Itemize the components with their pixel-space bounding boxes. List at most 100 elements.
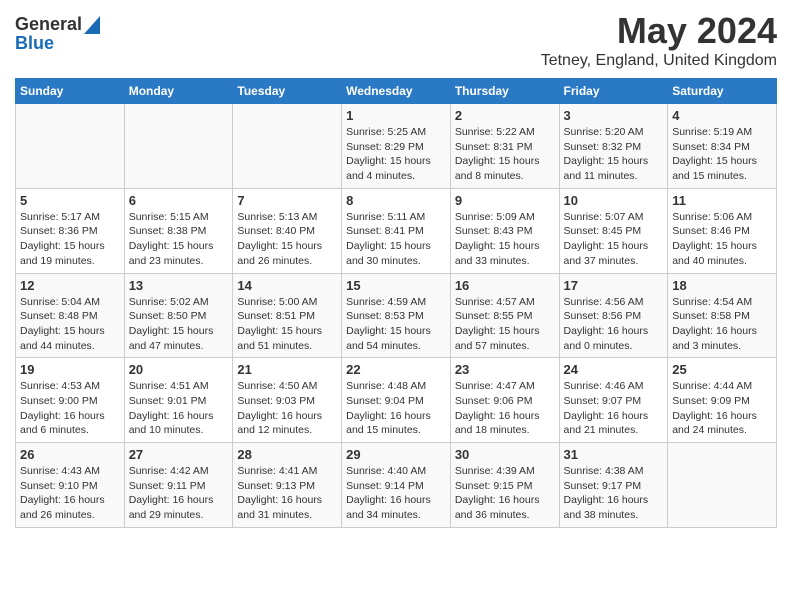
cell-week1-day4: 1 Sunrise: 5:25 AM Sunset: 8:29 PM Daylig… [342, 104, 451, 189]
day-number: 22 [346, 362, 446, 377]
cell-week4-day6: 24 Sunrise: 4:46 AM Sunset: 9:07 PM Dayli… [559, 358, 668, 443]
day-number: 16 [455, 278, 555, 293]
day-number: 21 [237, 362, 337, 377]
cell-content: Sunrise: 5:13 AM Sunset: 8:40 PM Dayligh… [237, 210, 337, 269]
cell-content: Sunrise: 4:56 AM Sunset: 8:56 PM Dayligh… [564, 295, 664, 354]
calendar-title: May 2024 [541, 10, 777, 52]
cell-week3-day3: 14Sunrise: 5:00 AM Sunset: 8:51 PM Dayli… [233, 273, 342, 358]
logo-blue-text: Blue [15, 33, 54, 54]
cell-week5-day1: 26 Sunrise: 4:43 AM Sunset: 9:10 PM Dayli… [16, 443, 125, 528]
cell-content: Sunrise: 5:19 AM Sunset: 8:34 PM Dayligh… [672, 125, 772, 184]
calendar-body: 1 Sunrise: 5:25 AM Sunset: 8:29 PM Daylig… [16, 104, 777, 528]
day-number: 5 [20, 193, 120, 208]
cell-content: Sunrise: 5:25 AM Sunset: 8:29 PM Dayligh… [346, 125, 446, 184]
day-number: 30 [455, 447, 555, 462]
header-friday: Friday [559, 79, 668, 104]
day-number: 9 [455, 193, 555, 208]
day-number: 1 [346, 108, 446, 123]
cell-content: Sunrise: 4:50 AM Sunset: 9:03 PM Dayligh… [237, 379, 337, 438]
week-row-4: 19Sunrise: 4:53 AM Sunset: 9:00 PM Dayli… [16, 358, 777, 443]
cell-content: Sunrise: 5:22 AM Sunset: 8:31 PM Dayligh… [455, 125, 555, 184]
cell-week2-day1: 5Sunrise: 5:17 AM Sunset: 8:36 PM Daylig… [16, 188, 125, 273]
calendar-table: SundayMondayTuesdayWednesdayThursdayFrid… [15, 78, 777, 528]
cell-content: Sunrise: 5:09 AM Sunset: 8:43 PM Dayligh… [455, 210, 555, 269]
cell-week2-day5: 9 Sunrise: 5:09 AM Sunset: 8:43 PM Daylig… [450, 188, 559, 273]
cell-week4-day4: 22 Sunrise: 4:48 AM Sunset: 9:04 PM Dayli… [342, 358, 451, 443]
cell-week2-day7: 11 Sunrise: 5:06 AM Sunset: 8:46 PM Dayli… [668, 188, 777, 273]
day-number: 2 [455, 108, 555, 123]
cell-week5-day7 [668, 443, 777, 528]
cell-week1-day5: 2 Sunrise: 5:22 AM Sunset: 8:31 PM Daylig… [450, 104, 559, 189]
day-number: 11 [672, 193, 772, 208]
cell-week5-day4: 29Sunrise: 4:40 AM Sunset: 9:14 PM Dayli… [342, 443, 451, 528]
header-thursday: Thursday [450, 79, 559, 104]
cell-content: Sunrise: 4:43 AM Sunset: 9:10 PM Dayligh… [20, 464, 120, 523]
cell-content: Sunrise: 4:57 AM Sunset: 8:55 PM Dayligh… [455, 295, 555, 354]
cell-week4-day2: 20Sunrise: 4:51 AM Sunset: 9:01 PM Dayli… [124, 358, 233, 443]
header-wednesday: Wednesday [342, 79, 451, 104]
calendar-header: SundayMondayTuesdayWednesdayThursdayFrid… [16, 79, 777, 104]
cell-content: Sunrise: 5:07 AM Sunset: 8:45 PM Dayligh… [564, 210, 664, 269]
cell-week2-day3: 7 Sunrise: 5:13 AM Sunset: 8:40 PM Daylig… [233, 188, 342, 273]
day-number: 17 [564, 278, 664, 293]
cell-content: Sunrise: 4:38 AM Sunset: 9:17 PM Dayligh… [564, 464, 664, 523]
logo-icon [84, 16, 100, 34]
day-number: 24 [564, 362, 664, 377]
day-number: 31 [564, 447, 664, 462]
day-number: 4 [672, 108, 772, 123]
day-number: 10 [564, 193, 664, 208]
cell-week5-day5: 30 Sunrise: 4:39 AM Sunset: 9:15 PM Dayli… [450, 443, 559, 528]
header-monday: Monday [124, 79, 233, 104]
day-number: 20 [129, 362, 229, 377]
cell-week3-day6: 17 Sunrise: 4:56 AM Sunset: 8:56 PM Dayli… [559, 273, 668, 358]
cell-content: Sunrise: 4:47 AM Sunset: 9:06 PM Dayligh… [455, 379, 555, 438]
cell-week4-day1: 19Sunrise: 4:53 AM Sunset: 9:00 PM Dayli… [16, 358, 125, 443]
day-number: 25 [672, 362, 772, 377]
week-row-2: 5Sunrise: 5:17 AM Sunset: 8:36 PM Daylig… [16, 188, 777, 273]
cell-week1-day2 [124, 104, 233, 189]
cell-week4-day7: 25 Sunrise: 4:44 AM Sunset: 9:09 PM Dayli… [668, 358, 777, 443]
day-number: 18 [672, 278, 772, 293]
cell-week5-day2: 27Sunrise: 4:42 AM Sunset: 9:11 PM Dayli… [124, 443, 233, 528]
cell-content: Sunrise: 5:06 AM Sunset: 8:46 PM Dayligh… [672, 210, 772, 269]
cell-content: Sunrise: 4:44 AM Sunset: 9:09 PM Dayligh… [672, 379, 772, 438]
cell-week1-day3 [233, 104, 342, 189]
cell-week1-day1 [16, 104, 125, 189]
day-number: 6 [129, 193, 229, 208]
week-row-3: 12Sunrise: 5:04 AM Sunset: 8:48 PM Dayli… [16, 273, 777, 358]
cell-week2-day6: 10 Sunrise: 5:07 AM Sunset: 8:45 PM Dayli… [559, 188, 668, 273]
cell-content: Sunrise: 4:39 AM Sunset: 9:15 PM Dayligh… [455, 464, 555, 523]
cell-content: Sunrise: 4:46 AM Sunset: 9:07 PM Dayligh… [564, 379, 664, 438]
cell-content: Sunrise: 5:20 AM Sunset: 8:32 PM Dayligh… [564, 125, 664, 184]
day-number: 26 [20, 447, 120, 462]
cell-week1-day7: 4 Sunrise: 5:19 AM Sunset: 8:34 PM Daylig… [668, 104, 777, 189]
day-number: 3 [564, 108, 664, 123]
day-number: 8 [346, 193, 446, 208]
day-number: 15 [346, 278, 446, 293]
cell-week3-day5: 16 Sunrise: 4:57 AM Sunset: 8:55 PM Dayli… [450, 273, 559, 358]
cell-content: Sunrise: 5:00 AM Sunset: 8:51 PM Dayligh… [237, 295, 337, 354]
cell-content: Sunrise: 4:42 AM Sunset: 9:11 PM Dayligh… [129, 464, 229, 523]
week-row-5: 26 Sunrise: 4:43 AM Sunset: 9:10 PM Dayli… [16, 443, 777, 528]
cell-week1-day6: 3 Sunrise: 5:20 AM Sunset: 8:32 PM Daylig… [559, 104, 668, 189]
cell-week4-day5: 23 Sunrise: 4:47 AM Sunset: 9:06 PM Dayli… [450, 358, 559, 443]
logo: General Blue [15, 14, 100, 54]
cell-content: Sunrise: 4:54 AM Sunset: 8:58 PM Dayligh… [672, 295, 772, 354]
cell-week3-day4: 15Sunrise: 4:59 AM Sunset: 8:53 PM Dayli… [342, 273, 451, 358]
logo-general-text: General [15, 14, 82, 35]
cell-week4-day3: 21 Sunrise: 4:50 AM Sunset: 9:03 PM Dayli… [233, 358, 342, 443]
cell-content: Sunrise: 4:48 AM Sunset: 9:04 PM Dayligh… [346, 379, 446, 438]
week-row-1: 1 Sunrise: 5:25 AM Sunset: 8:29 PM Daylig… [16, 104, 777, 189]
cell-content: Sunrise: 4:40 AM Sunset: 9:14 PM Dayligh… [346, 464, 446, 523]
day-number: 7 [237, 193, 337, 208]
header-saturday: Saturday [668, 79, 777, 104]
header-tuesday: Tuesday [233, 79, 342, 104]
cell-week5-day3: 28Sunrise: 4:41 AM Sunset: 9:13 PM Dayli… [233, 443, 342, 528]
title-block: May 2024 Tetney, England, United Kingdom [541, 10, 777, 70]
page-header: General Blue May 2024 Tetney, England, U… [15, 10, 777, 70]
cell-week3-day1: 12Sunrise: 5:04 AM Sunset: 8:48 PM Dayli… [16, 273, 125, 358]
day-number: 23 [455, 362, 555, 377]
cell-content: Sunrise: 5:02 AM Sunset: 8:50 PM Dayligh… [129, 295, 229, 354]
day-number: 28 [237, 447, 337, 462]
cell-week5-day6: 31 Sunrise: 4:38 AM Sunset: 9:17 PM Dayli… [559, 443, 668, 528]
